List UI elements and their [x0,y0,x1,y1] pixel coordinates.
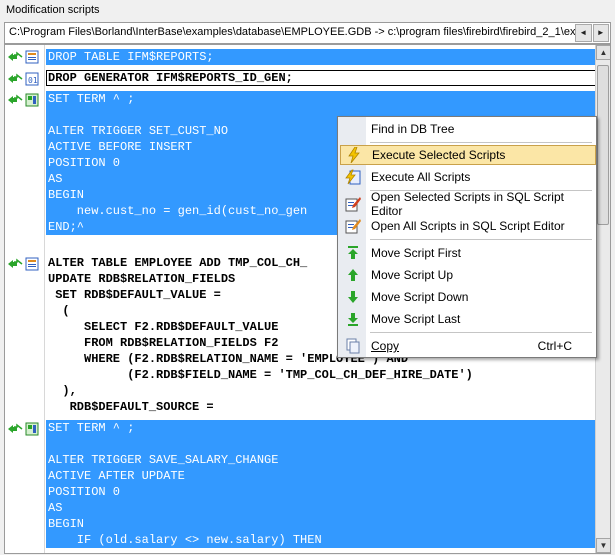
menu-item-move-script-last[interactable]: Move Script Last [340,309,596,329]
menu-item-execute-selected-scripts[interactable]: Execute Selected Scripts [340,145,596,165]
copy-icon [340,336,366,356]
scroll-up-icon[interactable]: ▲ [596,45,610,60]
menu-item-find-in-db-tree[interactable]: Find in DB Tree [340,119,596,139]
arrow-down-icon [340,287,366,307]
panel-title: Modification scripts [0,0,615,22]
script-gutter: 01 [5,45,45,553]
menu-item-move-script-first[interactable]: Move Script First [340,243,596,263]
menu-item-move-script-down[interactable]: Move Script Down [340,287,596,307]
scroll-right-arrow-icon[interactable]: ► [592,24,609,42]
script-block-1[interactable]: DROP TABLE IFM$REPORTS; [46,49,596,65]
svg-text:01: 01 [28,76,38,85]
lightning-page-icon [340,167,366,187]
arrow-first-icon [340,243,366,263]
menu-separator [370,142,592,143]
menu-item-open-all-scripts[interactable]: Open All Scripts in SQL Script Editor [340,216,596,236]
scroll-down-icon[interactable]: ▼ [596,538,610,553]
menu-item-execute-all-scripts[interactable]: Execute All Scripts [340,167,596,187]
scroll-left-arrow-icon[interactable]: ◄ [575,24,592,42]
edit-script-icon [340,194,366,214]
script-block-2[interactable]: DROP GENERATOR IFM$REPORTS_ID_GEN; [46,70,596,86]
script-5-status-icon[interactable] [7,421,43,437]
menu-item-copy[interactable]: Copy Ctrl+C [340,336,596,356]
scrollbar-thumb[interactable] [597,65,609,225]
menu-separator [370,239,592,240]
script-3-status-icon[interactable] [7,92,43,108]
arrow-last-icon [340,309,366,329]
edit-all-icon [340,216,366,236]
arrow-up-icon [340,265,366,285]
vertical-scrollbar[interactable]: ▲ ▼ [595,45,610,553]
script-2-status-icon[interactable]: 01 [7,71,43,87]
database-path-text: C:\Program Files\Borland\InterBase\examp… [9,26,579,38]
database-path-bar: C:\Program Files\Borland\InterBase\examp… [4,22,611,44]
menu-separator [370,332,592,333]
lightning-icon [341,145,367,165]
script-block-5[interactable]: SET TERM ^ ; ALTER TRIGGER SAVE_SALARY_C… [46,420,596,548]
script-4-status-icon[interactable] [7,256,43,272]
context-menu: Find in DB Tree Execute Selected Scripts… [337,116,597,358]
script-1-status-icon[interactable] [7,49,43,65]
menu-item-open-selected-scripts[interactable]: Open Selected Scripts in SQL Script Edit… [340,190,596,218]
menu-item-move-script-up[interactable]: Move Script Up [340,265,596,285]
